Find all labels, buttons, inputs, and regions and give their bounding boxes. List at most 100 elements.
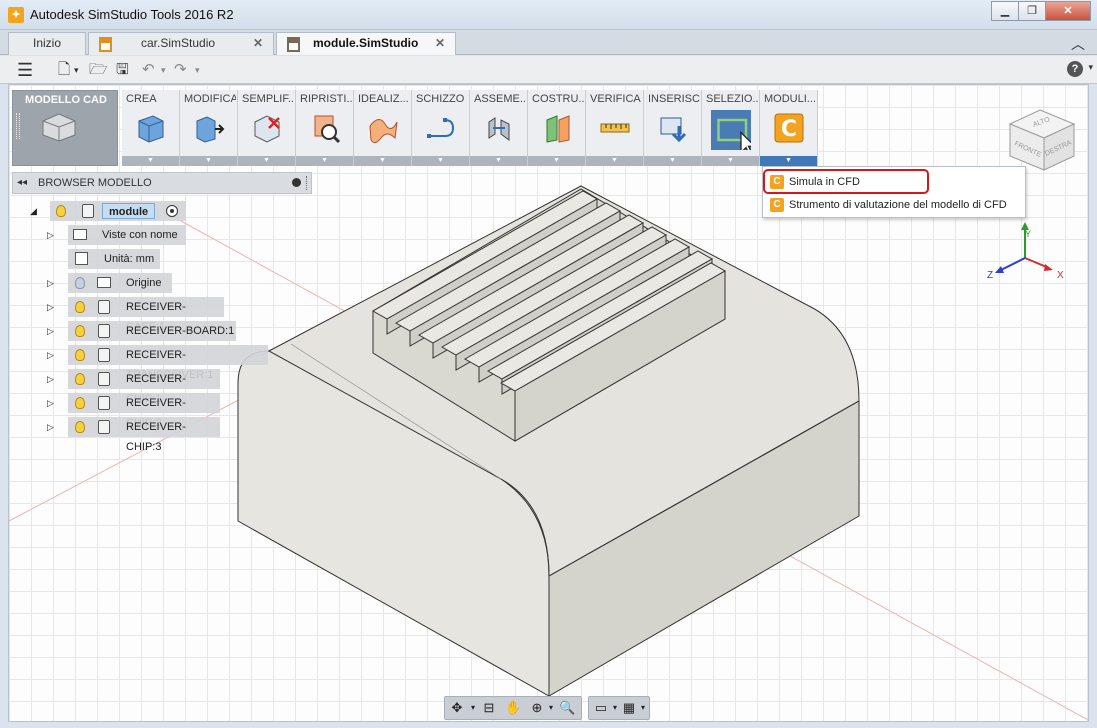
tab-car-simstudio[interactable]: car.SimStudio ✕ — [88, 32, 274, 55]
expand-triangle-icon[interactable]: ◢ — [30, 206, 37, 217]
lightbulb-icon[interactable] — [75, 277, 85, 289]
lightbulb-icon[interactable] — [75, 325, 85, 337]
view-cube[interactable]: ALTO FRONTE DESTRA — [1000, 104, 1080, 176]
ribbon-panel-label: VERIFICA — [590, 93, 641, 105]
minus-icon[interactable] — [292, 178, 301, 187]
chevron-down-icon[interactable]: ▼ — [122, 156, 179, 166]
expand-triangle-icon[interactable]: ▷ — [47, 374, 54, 385]
ribbon-toolbar: MODELLO CAD CREA ▼ MODIFICA ▼ SEMPLIF...… — [12, 90, 818, 166]
tree-item-label: Viste con nome — [102, 229, 178, 241]
tree-item-unita[interactable]: Unità: mm — [68, 249, 160, 269]
lightbulb-icon[interactable] — [56, 205, 66, 217]
look-at-icon[interactable]: ⊟ — [481, 700, 497, 716]
tree-item-receiver-chip-3[interactable]: RECEIVER-CHIP:3 — [68, 417, 220, 453]
construction-plane-icon — [546, 115, 570, 143]
undo-icon[interactable]: ↶ — [142, 61, 155, 79]
restore-button[interactable]: ❐ — [1018, 1, 1046, 21]
menu-item-label: Simula in CFD — [789, 176, 860, 188]
cfd-icon: C — [770, 198, 784, 212]
press-pull-icon — [196, 116, 225, 143]
minimize-button[interactable]: ▁ — [991, 1, 1019, 21]
menu-item-simula-in-cfd[interactable]: C Simula in CFD — [765, 171, 1023, 193]
grip-handle[interactable] — [16, 113, 20, 139]
chevron-down-icon[interactable]: ▾ — [635, 700, 651, 716]
ribbon-panel-verifica[interactable]: VERIFICA ▼ — [586, 90, 644, 166]
activate-radio-icon[interactable] — [166, 205, 178, 217]
ribbon-panel-schizzo[interactable]: SCHIZZO ▼ — [412, 90, 470, 166]
tab-inizio[interactable]: Inizio — [8, 32, 86, 55]
chevron-down-icon[interactable]: ▼ — [760, 156, 817, 166]
expand-triangle-icon[interactable]: ▷ — [47, 350, 54, 361]
lightbulb-icon[interactable] — [75, 421, 85, 433]
save-icon[interactable]: 🖫 — [116, 61, 129, 79]
ribbon-panel-modifica[interactable]: MODIFICA ▼ — [180, 90, 238, 166]
chevron-down-icon[interactable]: ▾ — [74, 61, 79, 79]
chevron-down-icon[interactable]: ▼ — [702, 156, 759, 166]
tree-item-receiver-case[interactable]: RECEIVER-CASE:1 — [68, 297, 224, 333]
collapse-browser-icon[interactable]: ◂◂ — [17, 173, 27, 193]
chevron-down-icon[interactable]: ▼ — [528, 156, 585, 166]
tree-item-receiver-chip-2[interactable]: RECEIVER-CHIP:2 — [68, 393, 220, 429]
lightbulb-icon[interactable] — [75, 349, 85, 361]
ribbon-panel-inserisci[interactable]: INSERISCI ▼ — [644, 90, 702, 166]
ribbon-panel-selezione[interactable]: SELEZIO... ▼ — [702, 90, 760, 166]
chevron-down-icon[interactable]: ▼ — [586, 156, 643, 166]
tab-label: Inizio — [32, 36, 61, 50]
ribbon-panel-costruzione[interactable]: COSTRU... ▼ — [528, 90, 586, 166]
chevron-down-icon[interactable]: ▼ — [238, 156, 295, 166]
ribbon-panel-assemblaggio[interactable]: ASSEME... ▼ — [470, 90, 528, 166]
workspace-switcher[interactable]: MODELLO CAD — [12, 90, 118, 166]
menu-item-strumento-valutazione[interactable]: C Strumento di valutazione del modello d… — [765, 194, 1023, 216]
redo-icon[interactable]: ↷ — [174, 61, 187, 79]
lightbulb-icon[interactable] — [75, 373, 85, 385]
close-tab-icon[interactable]: ✕ — [253, 33, 263, 54]
expand-triangle-icon[interactable]: ▷ — [47, 278, 54, 289]
ribbon-panel-label: MODIFICA — [184, 93, 236, 105]
expand-triangle-icon[interactable]: ▷ — [47, 326, 54, 337]
tab-module-simstudio[interactable]: module.SimStudio ✕ — [276, 32, 456, 55]
open-folder-icon[interactable]: 🗁 — [89, 61, 108, 79]
fit-view-icon[interactable]: 🔍 — [559, 700, 575, 716]
tree-item-label: Origine — [126, 277, 162, 289]
chevron-down-icon[interactable]: ▾ — [465, 700, 481, 716]
expand-triangle-icon[interactable]: ▷ — [47, 422, 54, 433]
expand-triangle-icon[interactable]: ▷ — [47, 230, 54, 241]
chevron-down-icon[interactable]: ▼ — [644, 156, 701, 166]
chevron-up-icon[interactable]: ︿ — [1071, 34, 1085, 54]
ribbon-panel-ripristina[interactable]: RIPRISTI... ▼ — [296, 90, 354, 166]
pan-hand-icon[interactable]: ✋ — [505, 700, 521, 716]
units-icon — [75, 252, 88, 265]
ribbon-panel-crea[interactable]: CREA ▼ — [122, 90, 180, 166]
new-file-icon[interactable]: 🗋 — [58, 61, 70, 79]
orbit-icon[interactable]: ✥ — [449, 700, 465, 716]
grip-handle[interactable] — [306, 176, 309, 190]
folder-icon — [73, 229, 87, 240]
chevron-down-icon[interactable]: ▼ — [296, 156, 353, 166]
measure-ruler-icon — [600, 123, 630, 133]
menu-icon[interactable]: ☰ — [17, 61, 33, 79]
lightbulb-icon[interactable] — [75, 301, 85, 313]
expand-triangle-icon[interactable]: ▷ — [47, 398, 54, 409]
help-icon[interactable]: ? — [1067, 61, 1083, 77]
tree-item-viste-con-nome[interactable]: Viste con nome — [68, 225, 186, 245]
chevron-down-icon[interactable]: ▾ — [195, 61, 200, 79]
lightbulb-icon[interactable] — [75, 397, 85, 409]
close-window-button[interactable]: ✕ — [1045, 1, 1091, 21]
tree-root-module[interactable]: module — [50, 201, 186, 221]
ribbon-panel-moduli[interactable]: MODULI... C ▼ — [760, 90, 818, 166]
ribbon-panel-idealizza[interactable]: IDEALIZ... ▼ — [354, 90, 412, 166]
tree-item-origine[interactable]: Origine — [68, 273, 172, 293]
chevron-down-icon[interactable]: ▼ — [470, 156, 527, 166]
chevron-down-icon[interactable]: ▾ — [543, 700, 559, 716]
ribbon-panel-semplifica[interactable]: SEMPLIF... ▼ — [238, 90, 296, 166]
chevron-down-icon[interactable]: ▾ — [1088, 62, 1093, 73]
expand-triangle-icon[interactable]: ▷ — [47, 302, 54, 313]
chevron-down-icon[interactable]: ▼ — [412, 156, 469, 166]
chevron-down-icon[interactable]: ▾ — [161, 61, 166, 79]
tree-item-receiver-chip-1[interactable]: RECEIVER-CHIP:1 — [68, 369, 220, 405]
tree-item-receiver-board[interactable]: RECEIVER-BOARD:1 — [68, 321, 236, 341]
chevron-down-icon[interactable]: ▼ — [180, 156, 237, 166]
tree-item-receiver-transceiver[interactable]: RECEIVER-TRANSCEIVER:1 — [68, 345, 268, 381]
close-tab-icon[interactable]: ✕ — [435, 33, 445, 54]
chevron-down-icon[interactable]: ▼ — [354, 156, 411, 166]
